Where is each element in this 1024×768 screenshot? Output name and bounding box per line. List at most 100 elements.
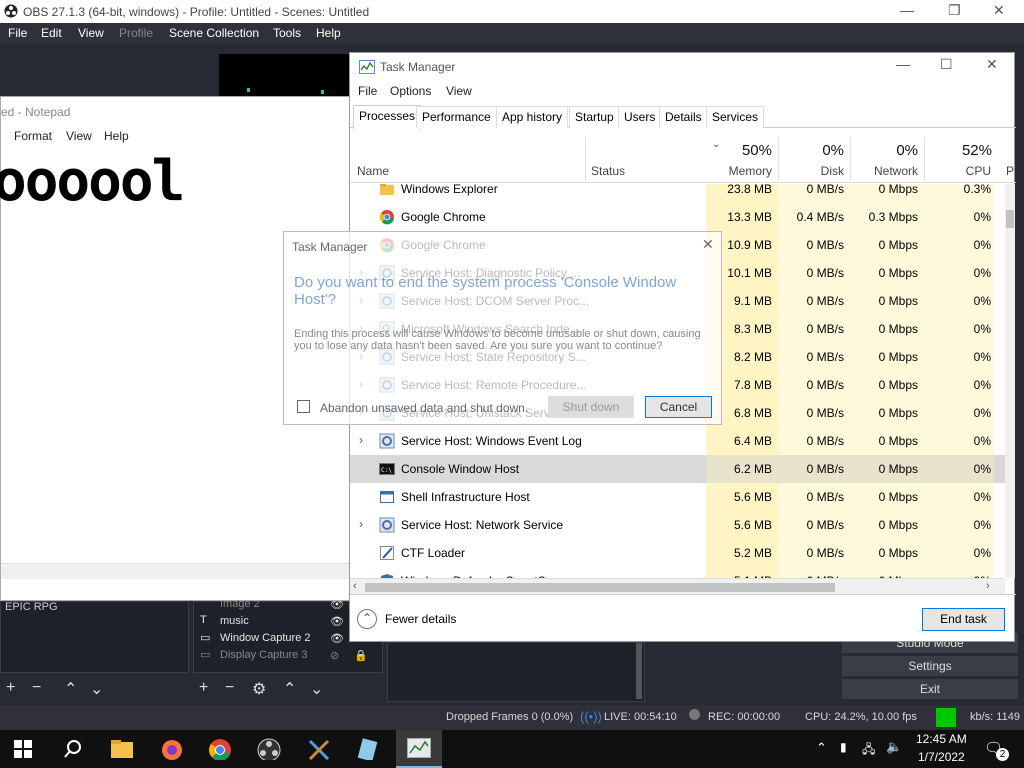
menu-edit[interactable]: Edit (41, 26, 62, 40)
maximize-icon[interactable]: ☐ (940, 56, 953, 73)
table-row[interactable]: CTF Loader 5.2 MB 0 MB/s 0 Mbps 0% (350, 539, 1005, 567)
minimize-icon[interactable]: — (900, 2, 914, 18)
search-icon[interactable] (62, 738, 86, 760)
exit-button[interactable]: Exit (842, 679, 1018, 699)
source-properties-icon[interactable]: ⚙ (252, 679, 266, 699)
tab-processes[interactable]: Processes (353, 105, 422, 129)
game-icon[interactable] (307, 738, 331, 760)
move-down-icon[interactable]: ⌄ (90, 679, 103, 699)
menu-help[interactable]: Help (316, 26, 341, 40)
clock-date[interactable]: 1/7/2022 (918, 750, 965, 764)
collapse-chevron-icon[interactable]: ⌃ (357, 609, 377, 629)
battery-icon[interactable]: ▮ (840, 740, 847, 754)
menu-view[interactable]: View (78, 26, 104, 40)
menu-options[interactable]: Options (390, 84, 431, 98)
expand-chevron-icon[interactable]: › (359, 517, 363, 531)
remove-scene-icon[interactable]: − (32, 679, 41, 697)
end-task-button[interactable]: End task (922, 608, 1005, 631)
tab-app-history[interactable]: App history (496, 106, 569, 128)
eye-icon[interactable]: 👁 (330, 632, 344, 645)
menu-tools[interactable]: Tools (273, 26, 301, 40)
minimize-icon[interactable]: — (896, 56, 910, 72)
menu-scene-collection[interactable]: Scene Collection (169, 26, 259, 40)
table-row[interactable]: Windows Defender SmartScreen5.1 MB0 MB/s… (350, 567, 1005, 578)
expand-chevron-icon[interactable]: › (359, 433, 363, 447)
obs-taskbar-icon[interactable] (257, 738, 281, 760)
tab-services[interactable]: Services (706, 106, 765, 128)
source-down-icon[interactable]: ⌄ (310, 679, 323, 699)
mixer-scrollbar[interactable] (636, 643, 642, 699)
move-up-icon[interactable]: ⌃ (64, 679, 77, 699)
add-source-icon[interactable]: + (199, 679, 208, 697)
menu-profile[interactable]: Profile (119, 26, 153, 40)
menu-view[interactable]: View (66, 129, 92, 143)
column-status[interactable]: Status (591, 164, 625, 178)
column-network[interactable]: Network (852, 164, 918, 178)
network-value: 0 Mbps (878, 350, 918, 364)
scroll-right-icon[interactable]: › (986, 580, 990, 592)
column-cpu[interactable]: CPU (926, 164, 991, 178)
scroll-thumb[interactable] (1006, 210, 1014, 228)
menu-help[interactable]: Help (104, 129, 129, 143)
cpu-value: 0% (973, 322, 991, 336)
scroll-left-icon[interactable]: ‹ (353, 580, 357, 592)
file-explorer-icon[interactable] (110, 738, 134, 760)
preview-pixel (321, 90, 324, 94)
column-disk[interactable]: Disk (780, 164, 844, 178)
source-item[interactable]: Window Capture 2 (220, 632, 311, 644)
eye-icon[interactable]: 👁 (330, 615, 344, 628)
scene-item[interactable]: EPIC RPG (5, 601, 58, 613)
tab-details[interactable]: Details (659, 106, 708, 128)
table-row[interactable]: › Service Host: Windows Event Log 6.4 MB 0 … (350, 427, 1005, 455)
chrome-icon[interactable] (208, 738, 232, 760)
tab-users[interactable]: Users (618, 106, 662, 128)
process-name: Windows Explorer (401, 184, 498, 196)
lock-icon[interactable]: 🔒 (354, 649, 368, 662)
shut-down-button[interactable]: Shut down (548, 396, 634, 418)
source-item[interactable]: music (220, 615, 249, 627)
tab-startup[interactable]: Startup (569, 106, 620, 128)
source-item[interactable]: Display Capture 3 (220, 649, 307, 661)
windows-start-icon[interactable] (14, 740, 38, 762)
clock-time[interactable]: 12:45 AM (916, 732, 967, 746)
menu-file[interactable]: File (358, 84, 377, 98)
table-row[interactable]: Google Chrome 13.3 MB 0.4 MB/s 0.3 Mbps 0% (350, 203, 1005, 231)
process-list-vertical-scrollbar[interactable] (1005, 184, 1015, 578)
network-icon[interactable]: 🖧 (862, 740, 875, 761)
tab-performance[interactable]: Performance (416, 106, 497, 128)
volume-muted-icon[interactable]: 🔈 (886, 739, 902, 755)
settings-button[interactable]: Settings (842, 656, 1018, 676)
close-icon[interactable]: ✕ (986, 56, 998, 73)
remove-source-icon[interactable]: − (225, 679, 234, 697)
dialog-question: Do you want to end the system process 'C… (294, 274, 677, 308)
column-name[interactable]: Name (357, 164, 389, 178)
menu-format[interactable]: Format (14, 129, 52, 143)
column-memory[interactable]: Memory (706, 164, 772, 178)
notepad-taskbar-icon[interactable] (356, 738, 380, 760)
firefox-icon[interactable] (160, 738, 184, 760)
fewer-details-link[interactable]: Fewer details (385, 612, 456, 626)
close-icon[interactable]: ✕ (993, 2, 1005, 19)
table-row[interactable]: Shell Infrastructure Host 5.6 MB 0 MB/s 0 M… (350, 483, 1005, 511)
source-up-icon[interactable]: ⌃ (283, 679, 296, 699)
scroll-thumb[interactable] (365, 583, 835, 592)
notepad-horizontal-scrollbar[interactable] (1, 563, 353, 579)
obs-window-title: OBS 27.1.3 (64-bit, windows) - Profile: … (23, 5, 370, 19)
restore-icon[interactable]: ❐ (948, 2, 961, 19)
close-icon[interactable]: ✕ (702, 236, 714, 253)
cancel-button[interactable]: Cancel (645, 396, 712, 418)
table-row[interactable]: C:\ Console Window Host 6.2 MB 0 MB/s 0 Mbps… (350, 455, 1005, 483)
checkbox-label: Abandon unsaved data and shut down. (320, 401, 529, 415)
task-manager-taskbar-button[interactable] (396, 730, 442, 768)
menu-file[interactable]: File (8, 26, 27, 40)
column-power[interactable]: P (1006, 164, 1014, 178)
menu-view[interactable]: View (446, 84, 472, 98)
eye-hidden-icon[interactable]: ⊘ (330, 649, 339, 662)
abandon-data-checkbox[interactable] (297, 400, 310, 413)
add-scene-icon[interactable]: + (6, 679, 15, 697)
notepad-text-area[interactable]: oooool (0, 149, 185, 214)
table-row[interactable]: › Service Host: Network Service 5.6 MB 0 MB… (350, 511, 1005, 539)
table-row[interactable]: Windows Explorer 23.8 MB 0 MB/s 0 Mbps 0.3% (350, 184, 1005, 203)
tray-chevron-icon[interactable]: ⌃ (816, 740, 827, 756)
process-list-horizontal-scrollbar[interactable]: ‹ › (350, 578, 1005, 594)
